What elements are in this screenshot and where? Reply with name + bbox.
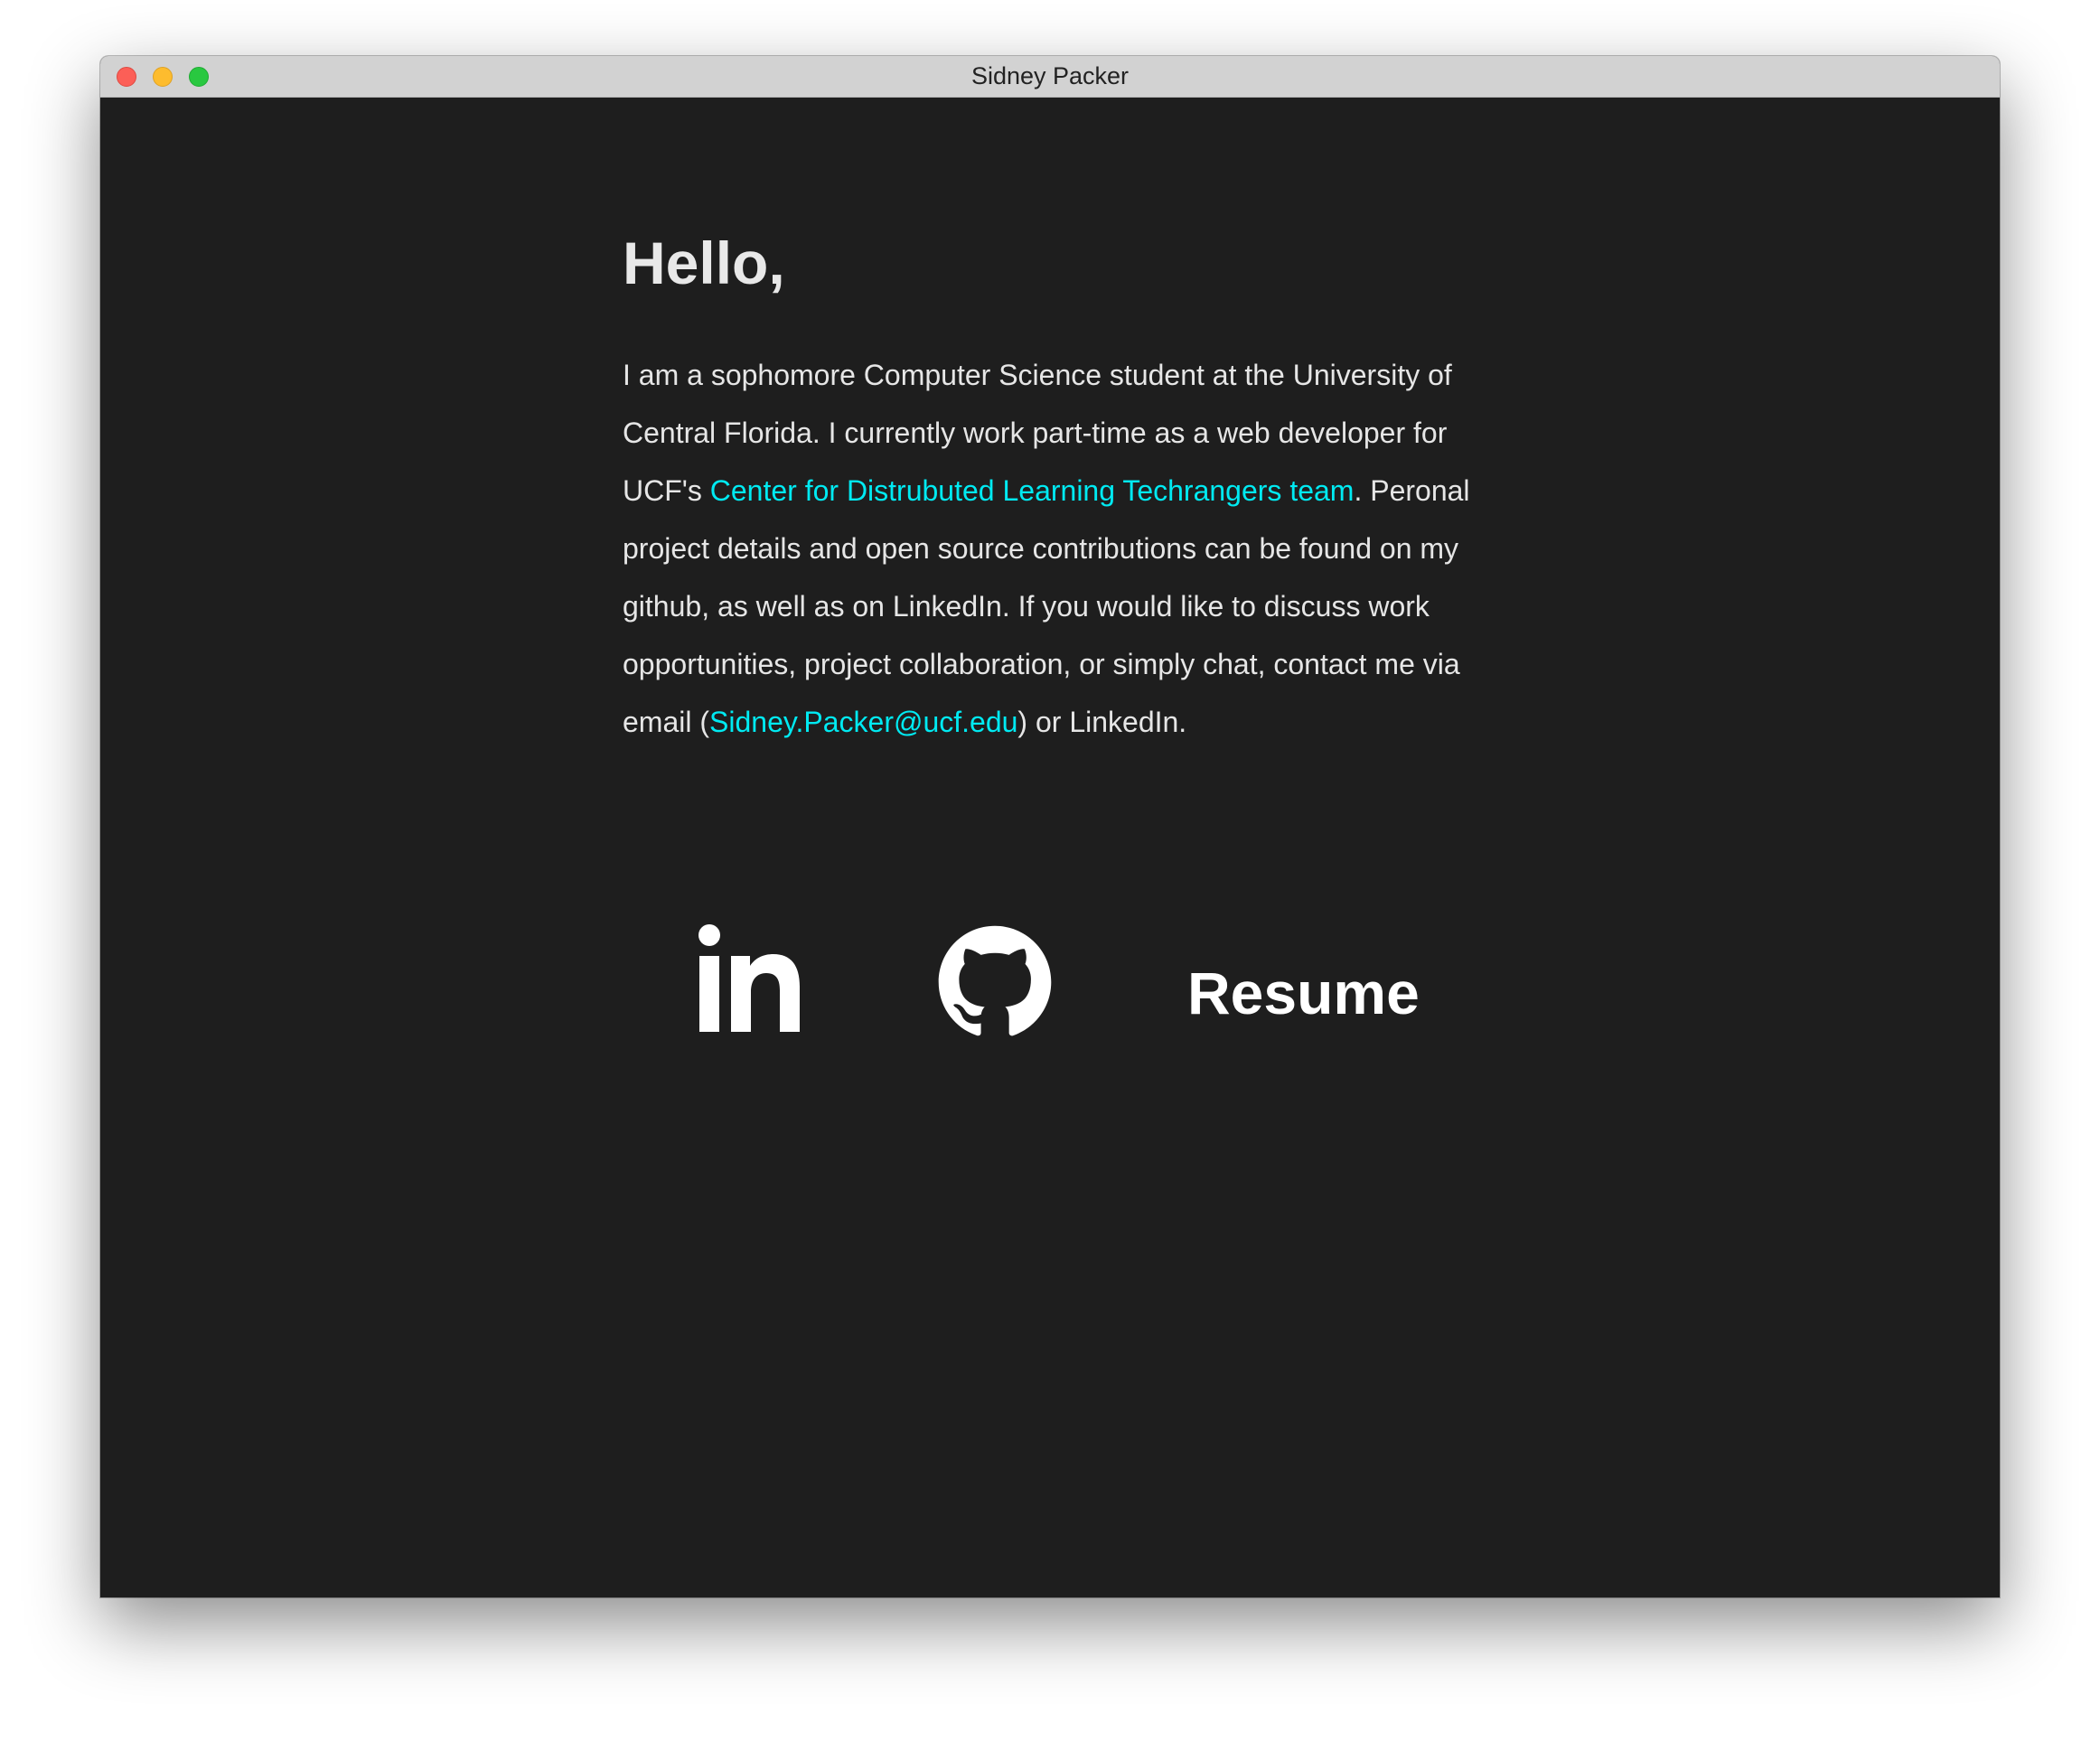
- browser-window: Sidney Packer Hello, I am a sophomore Co…: [100, 56, 2000, 1597]
- bio-paragraph: I am a sophomore Computer Science studen…: [623, 346, 1490, 751]
- bio-text-3: ) or LinkedIn.: [1017, 706, 1187, 739]
- team-link[interactable]: Center for Distrubuted Learning Techrang…: [710, 474, 1355, 507]
- window-title: Sidney Packer: [970, 62, 1130, 89]
- github-icon[interactable]: [936, 923, 1054, 1041]
- title-bar[interactable]: Sidney Packer: [100, 56, 2000, 98]
- page-title: Hello,: [623, 229, 785, 296]
- bio-text-2: . Peronal project details and open sourc…: [623, 474, 1470, 739]
- intro-section: Hello, I am a sophomore Computer Science…: [623, 228, 1490, 751]
- linkedin-icon[interactable]: [698, 923, 800, 1034]
- resume-link[interactable]: Resume: [1187, 963, 1420, 1023]
- email-link[interactable]: Sidney.Packer@ucf.edu: [709, 706, 1017, 738]
- social-links: Resume: [100, 923, 2000, 1068]
